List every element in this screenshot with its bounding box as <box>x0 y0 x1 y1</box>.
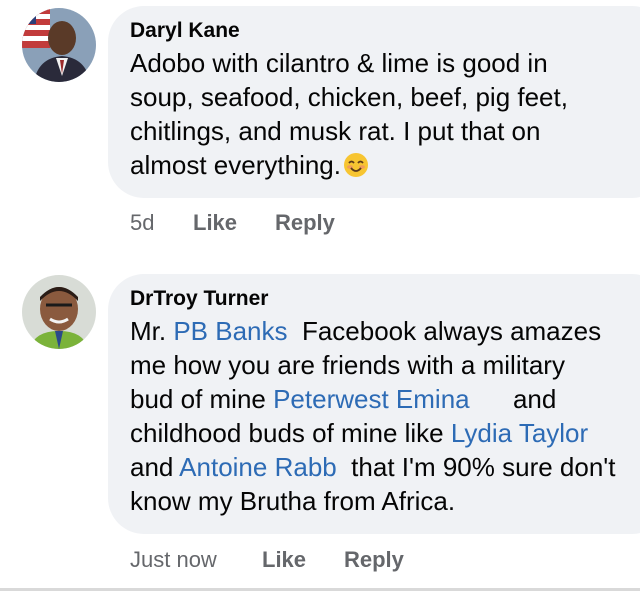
comment-text-fragment: Mr. <box>130 316 174 346</box>
comment-text-fragment: bud of mine <box>130 384 274 414</box>
comment-line: Mr. PB Banks Facebook always amazes <box>130 314 640 348</box>
mention-link-pb-banks[interactable]: PB Banks <box>173 316 287 346</box>
avatar[interactable] <box>22 275 96 349</box>
avatar[interactable] <box>22 8 96 82</box>
comment-timestamp[interactable]: Just now <box>130 547 217 573</box>
comment-line: childhood buds of mine like Lydia Taylor <box>130 416 640 450</box>
like-button[interactable]: Like <box>262 547 306 573</box>
divider <box>0 588 640 591</box>
reply-button[interactable]: Reply <box>275 210 335 236</box>
reply-button[interactable]: Reply <box>344 547 404 573</box>
comment-line: Adobo with cilantro & lime is good in <box>130 48 548 78</box>
mention-link-lydia-taylor[interactable]: Lydia Taylor <box>451 418 588 448</box>
comment-line: soup, seafood, chicken, beef, pig feet, <box>130 82 568 112</box>
comment-line: bud of mine Peterwest Emina and <box>130 382 640 416</box>
comment-author[interactable]: Daryl Kane <box>130 18 640 44</box>
comment-bubble: Daryl Kane Adobo with cilantro & lime is… <box>108 6 640 198</box>
comment-text-fragment: Facebook always amazes <box>287 316 602 346</box>
comment-line: know my Brutha from Africa. <box>130 486 456 516</box>
comment-text-fragment: and <box>130 452 180 482</box>
comment-text: Mr. PB Banks Facebook always amazes me h… <box>130 314 640 518</box>
comment-line-text: almost everything. <box>130 150 341 180</box>
mention-link-antoine-rabb[interactable]: Antoine Rabb <box>179 452 337 482</box>
comment-text-fragment: and <box>469 384 557 414</box>
comment-timestamp[interactable]: 5d <box>130 210 154 236</box>
comment-text: Adobo with cilantro & lime is good in so… <box>130 46 630 182</box>
comment-text-fragment: childhood buds of mine like <box>130 418 451 448</box>
comment-line: and Antoine Rabb that I'm 90% sure don't <box>130 450 640 484</box>
mention-link-peterwest-emina[interactable]: Peterwest Emina <box>273 384 470 414</box>
comment-text-fragment: that I'm 90% sure don't <box>336 452 616 482</box>
comment-line: chitlings, and musk rat. I put that on <box>130 116 541 146</box>
comment-line: almost everything. <box>130 148 630 182</box>
comment-line: me how you are friends with a military <box>130 350 565 380</box>
comment-author[interactable]: DrTroy Turner <box>130 286 640 312</box>
smiling-face-emoji-icon <box>343 152 369 178</box>
like-button[interactable]: Like <box>193 210 237 236</box>
comment-bubble: DrTroy Turner Mr. PB Banks Facebook alwa… <box>108 274 640 534</box>
